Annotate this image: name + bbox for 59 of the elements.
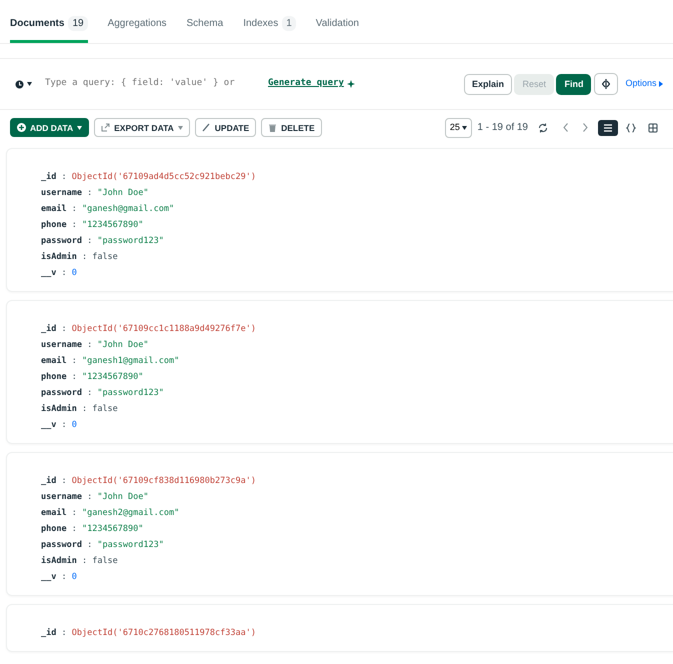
document-field: password : "password123" — [41, 384, 673, 400]
table-view-icon — [648, 122, 658, 133]
document-field: __v : 0 — [41, 416, 673, 432]
count-badge: 1 — [282, 16, 296, 31]
caret-icon — [27, 82, 32, 86]
document-field: email : "ganesh2@gmail.com" — [41, 504, 673, 520]
caret-icon — [178, 126, 183, 130]
document-field: email : "ganesh@gmail.com" — [41, 200, 673, 216]
tab[interactable]: Schema — [186, 12, 224, 43]
refresh-icon — [538, 122, 548, 133]
clock-icon — [15, 80, 24, 88]
toolbar-button[interactable]: EXPORT DATA — [94, 118, 190, 138]
page-size-dropdown[interactable]: 25 — [444, 118, 472, 138]
toolbar-button[interactable]: DELETE — [261, 118, 322, 138]
document-field: isAdmin : false — [41, 248, 673, 264]
count-badge: 19 — [68, 16, 88, 31]
list-view-icon — [603, 122, 613, 133]
document-field: __v : 0 — [41, 568, 673, 584]
chevron-left-icon — [563, 123, 568, 132]
document-field: _id : ObjectId('67109ad4d5cc52c921bebc29') — [41, 168, 673, 184]
chevron-right-icon — [583, 123, 588, 132]
options-button[interactable]: Options — [625, 77, 663, 91]
pencil-icon — [202, 123, 211, 132]
document-field: isAdmin : false — [41, 552, 673, 568]
query-button[interactable]: Explain — [464, 74, 512, 94]
document-field: username : "John Doe" — [41, 488, 673, 504]
toolbar-button[interactable]: ADD DATA — [10, 118, 90, 138]
document-field: _id : ObjectId('67109cf838d116980b273c9a') — [41, 472, 673, 488]
trash-icon — [268, 123, 278, 132]
query-button[interactable]: Find — [556, 74, 592, 94]
caret-icon — [77, 126, 82, 130]
tab[interactable]: Aggregations — [108, 12, 167, 43]
document-field: _id : ObjectId('6710c2768180511978cf33aa') — [41, 624, 673, 640]
document-field: phone : "1234567890" — [41, 368, 673, 384]
export-icon — [101, 123, 110, 132]
document-field: phone : "1234567890" — [41, 216, 673, 232]
pagination-range: 1 - 19 of 19 — [477, 121, 528, 136]
document-field: password : "password123" — [41, 536, 673, 552]
document-field: username : "John Doe" — [41, 336, 673, 352]
plus-circle-icon — [17, 123, 26, 132]
view-toggle[interactable] — [598, 120, 618, 136]
tab[interactable]: Validation — [316, 12, 359, 43]
tab[interactable]: Documents 19 — [10, 12, 88, 43]
document-field: phone : "1234567890" — [41, 520, 673, 536]
document-field: username : "John Doe" — [41, 184, 673, 200]
document-field: _id : ObjectId('67109cc1c1188a9d49276f7e') — [41, 320, 673, 336]
caret-icon — [462, 126, 468, 130]
document-field: password : "password123" — [41, 232, 673, 248]
generate-query-link[interactable]: Generate query — [268, 77, 344, 91]
caret-icon — [659, 80, 663, 87]
document-field: __v : 0 — [41, 264, 673, 280]
braces-icon — [626, 122, 636, 133]
tab[interactable]: Indexes 1 — [243, 12, 296, 43]
sparkle-icon — [346, 80, 356, 88]
toolbar-button[interactable]: UPDATE — [194, 118, 256, 138]
document-field: isAdmin : false — [41, 400, 673, 416]
code-button[interactable] — [594, 73, 618, 95]
document-field: email : "ganesh1@gmail.com" — [41, 352, 673, 368]
code-icon — [602, 79, 610, 89]
